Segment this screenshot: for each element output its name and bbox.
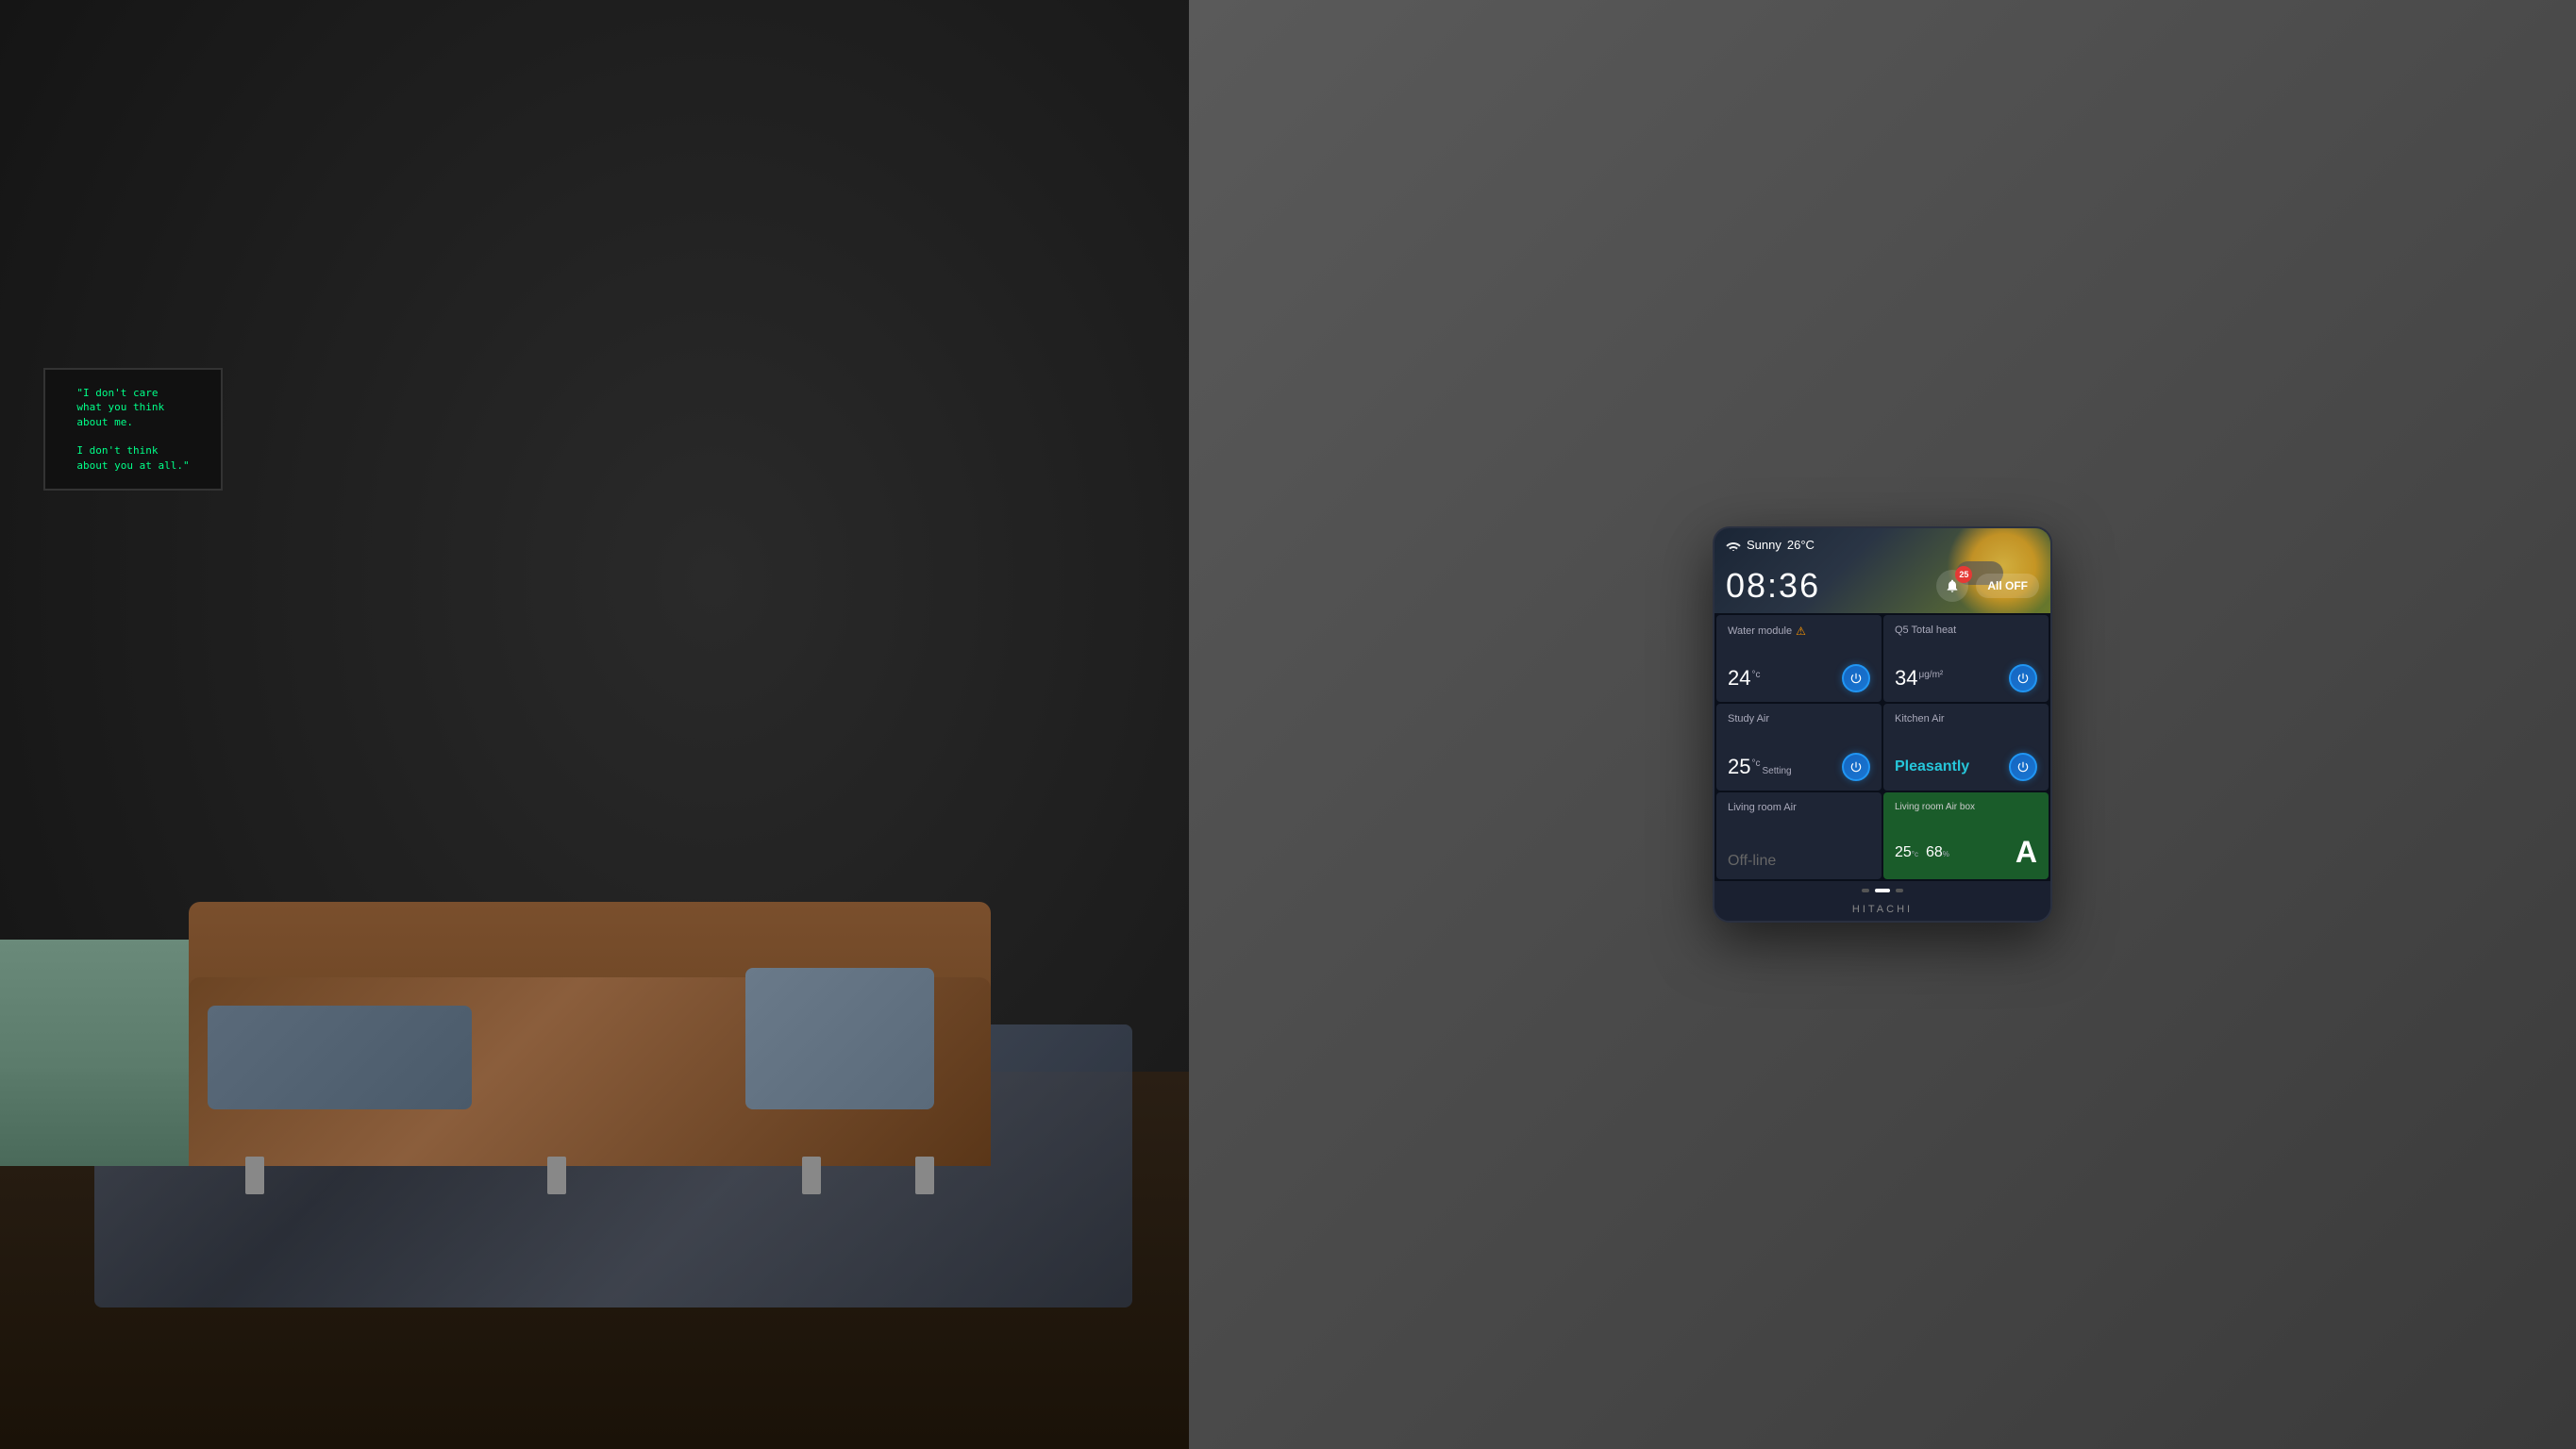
warning-icon: ⚠: [1796, 625, 1806, 638]
hitachi-brand-label: HITACHI: [1715, 900, 2050, 921]
study-air-temp: 25°cSetting: [1728, 755, 1792, 779]
page-dot-2[interactable]: [1875, 889, 1890, 892]
air-box-grade: A: [2016, 835, 2037, 870]
q5-total-heat-card[interactable]: Q5 Total heat 34μg/m²: [1883, 615, 2049, 702]
hitachi-device: Sunny 26°C 08:36 25 All OFF: [1713, 526, 2052, 923]
armchair-left: [0, 940, 217, 1166]
armchair-seat: [0, 1072, 217, 1166]
device-grid: Water module ⚠ 24°c Q5 To: [1715, 613, 2050, 881]
sofa-body: [189, 977, 991, 1166]
notification-button[interactable]: 25: [1936, 570, 1968, 602]
water-module-card[interactable]: Water module ⚠ 24°c: [1716, 615, 1882, 702]
study-air-card[interactable]: Study Air 25°cSetting: [1716, 704, 1882, 791]
sofa-cushion-right: [745, 968, 934, 1109]
living-room-air-title: Living room Air: [1728, 802, 1870, 813]
wifi-icon: [1726, 540, 1741, 551]
kitchen-air-main: Pleasantly: [1895, 753, 2037, 781]
kitchen-air-card[interactable]: Kitchen Air Pleasantly: [1883, 704, 2049, 791]
kitchen-air-status: Pleasantly: [1895, 758, 1969, 775]
weather-temperature: 26°C: [1787, 538, 1815, 552]
sofa-cushion-left: [208, 1006, 472, 1109]
study-air-power-button[interactable]: [1842, 753, 1870, 781]
water-module-main: 24°c: [1728, 664, 1870, 692]
armchair-back: [0, 940, 217, 1081]
q5-value: 34μg/m²: [1895, 666, 1943, 691]
water-module-temp: 24°c: [1728, 666, 1760, 691]
power-icon: [2016, 672, 2030, 685]
wall-art: "I don't care what you think about me. I…: [43, 368, 223, 491]
page-dot-1[interactable]: [1862, 889, 1869, 892]
power-icon: [1849, 672, 1863, 685]
study-air-main: 25°cSetting: [1728, 753, 1870, 781]
study-air-title: Study Air: [1728, 713, 1870, 724]
q5-main: 34μg/m²: [1895, 664, 2037, 692]
page-dot-3[interactable]: [1896, 889, 1903, 892]
study-air-setting: Setting: [1762, 766, 1791, 776]
living-room-panel: "I don't care what you think about me. I…: [0, 0, 1189, 1449]
kitchen-air-title: Kitchen Air: [1895, 713, 2037, 724]
notification-badge: 25: [1955, 566, 1972, 583]
time-row: 08:36 25 All OFF: [1726, 566, 2039, 606]
living-room-air-box-card[interactable]: Living room Air box 25°c 68% A: [1883, 792, 2049, 879]
q5-unit: μg/m²: [1918, 670, 1943, 680]
sofa-leg-4: [915, 1157, 934, 1194]
kitchen-air-power-button[interactable]: [2009, 753, 2037, 781]
power-icon: [2016, 760, 2030, 774]
header-controls: 25 All OFF: [1936, 570, 2039, 602]
wall-art-text: "I don't care what you think about me. I…: [76, 386, 189, 473]
air-box-values: 25°c 68%: [1895, 844, 1949, 861]
living-room-air-status: Off-line: [1728, 853, 1776, 870]
device-footer-dots: [1715, 881, 2050, 900]
water-module-power-button[interactable]: [1842, 664, 1870, 692]
time-display: 08:36: [1726, 566, 1820, 606]
sofa-leg-1: [245, 1157, 264, 1194]
air-box-title: Living room Air box: [1895, 802, 2037, 812]
q5-title: Q5 Total heat: [1895, 625, 2037, 636]
air-box-humidity: 68%: [1926, 844, 1949, 861]
living-room-air-card[interactable]: Living room Air Off-line: [1716, 792, 1882, 879]
water-module-title: Water module ⚠: [1728, 625, 1870, 638]
all-off-button[interactable]: All OFF: [1976, 574, 2039, 598]
sofa: [189, 902, 991, 1166]
air-box-temp: 25°c: [1895, 844, 1918, 861]
q5-power-button[interactable]: [2009, 664, 2037, 692]
weather-top-row: Sunny 26°C: [1726, 538, 1815, 552]
power-icon: [1849, 760, 1863, 774]
right-panel: Sunny 26°C 08:36 25 All OFF: [1189, 0, 2576, 1449]
weather-condition: Sunny: [1747, 538, 1781, 552]
air-box-main: 25°c 68% A: [1895, 835, 2037, 870]
sofa-leg-2: [547, 1157, 566, 1194]
weather-header: Sunny 26°C 08:36 25 All OFF: [1715, 528, 2050, 613]
sofa-leg-3: [802, 1157, 821, 1194]
living-room-air-main: Off-line: [1728, 853, 1870, 870]
